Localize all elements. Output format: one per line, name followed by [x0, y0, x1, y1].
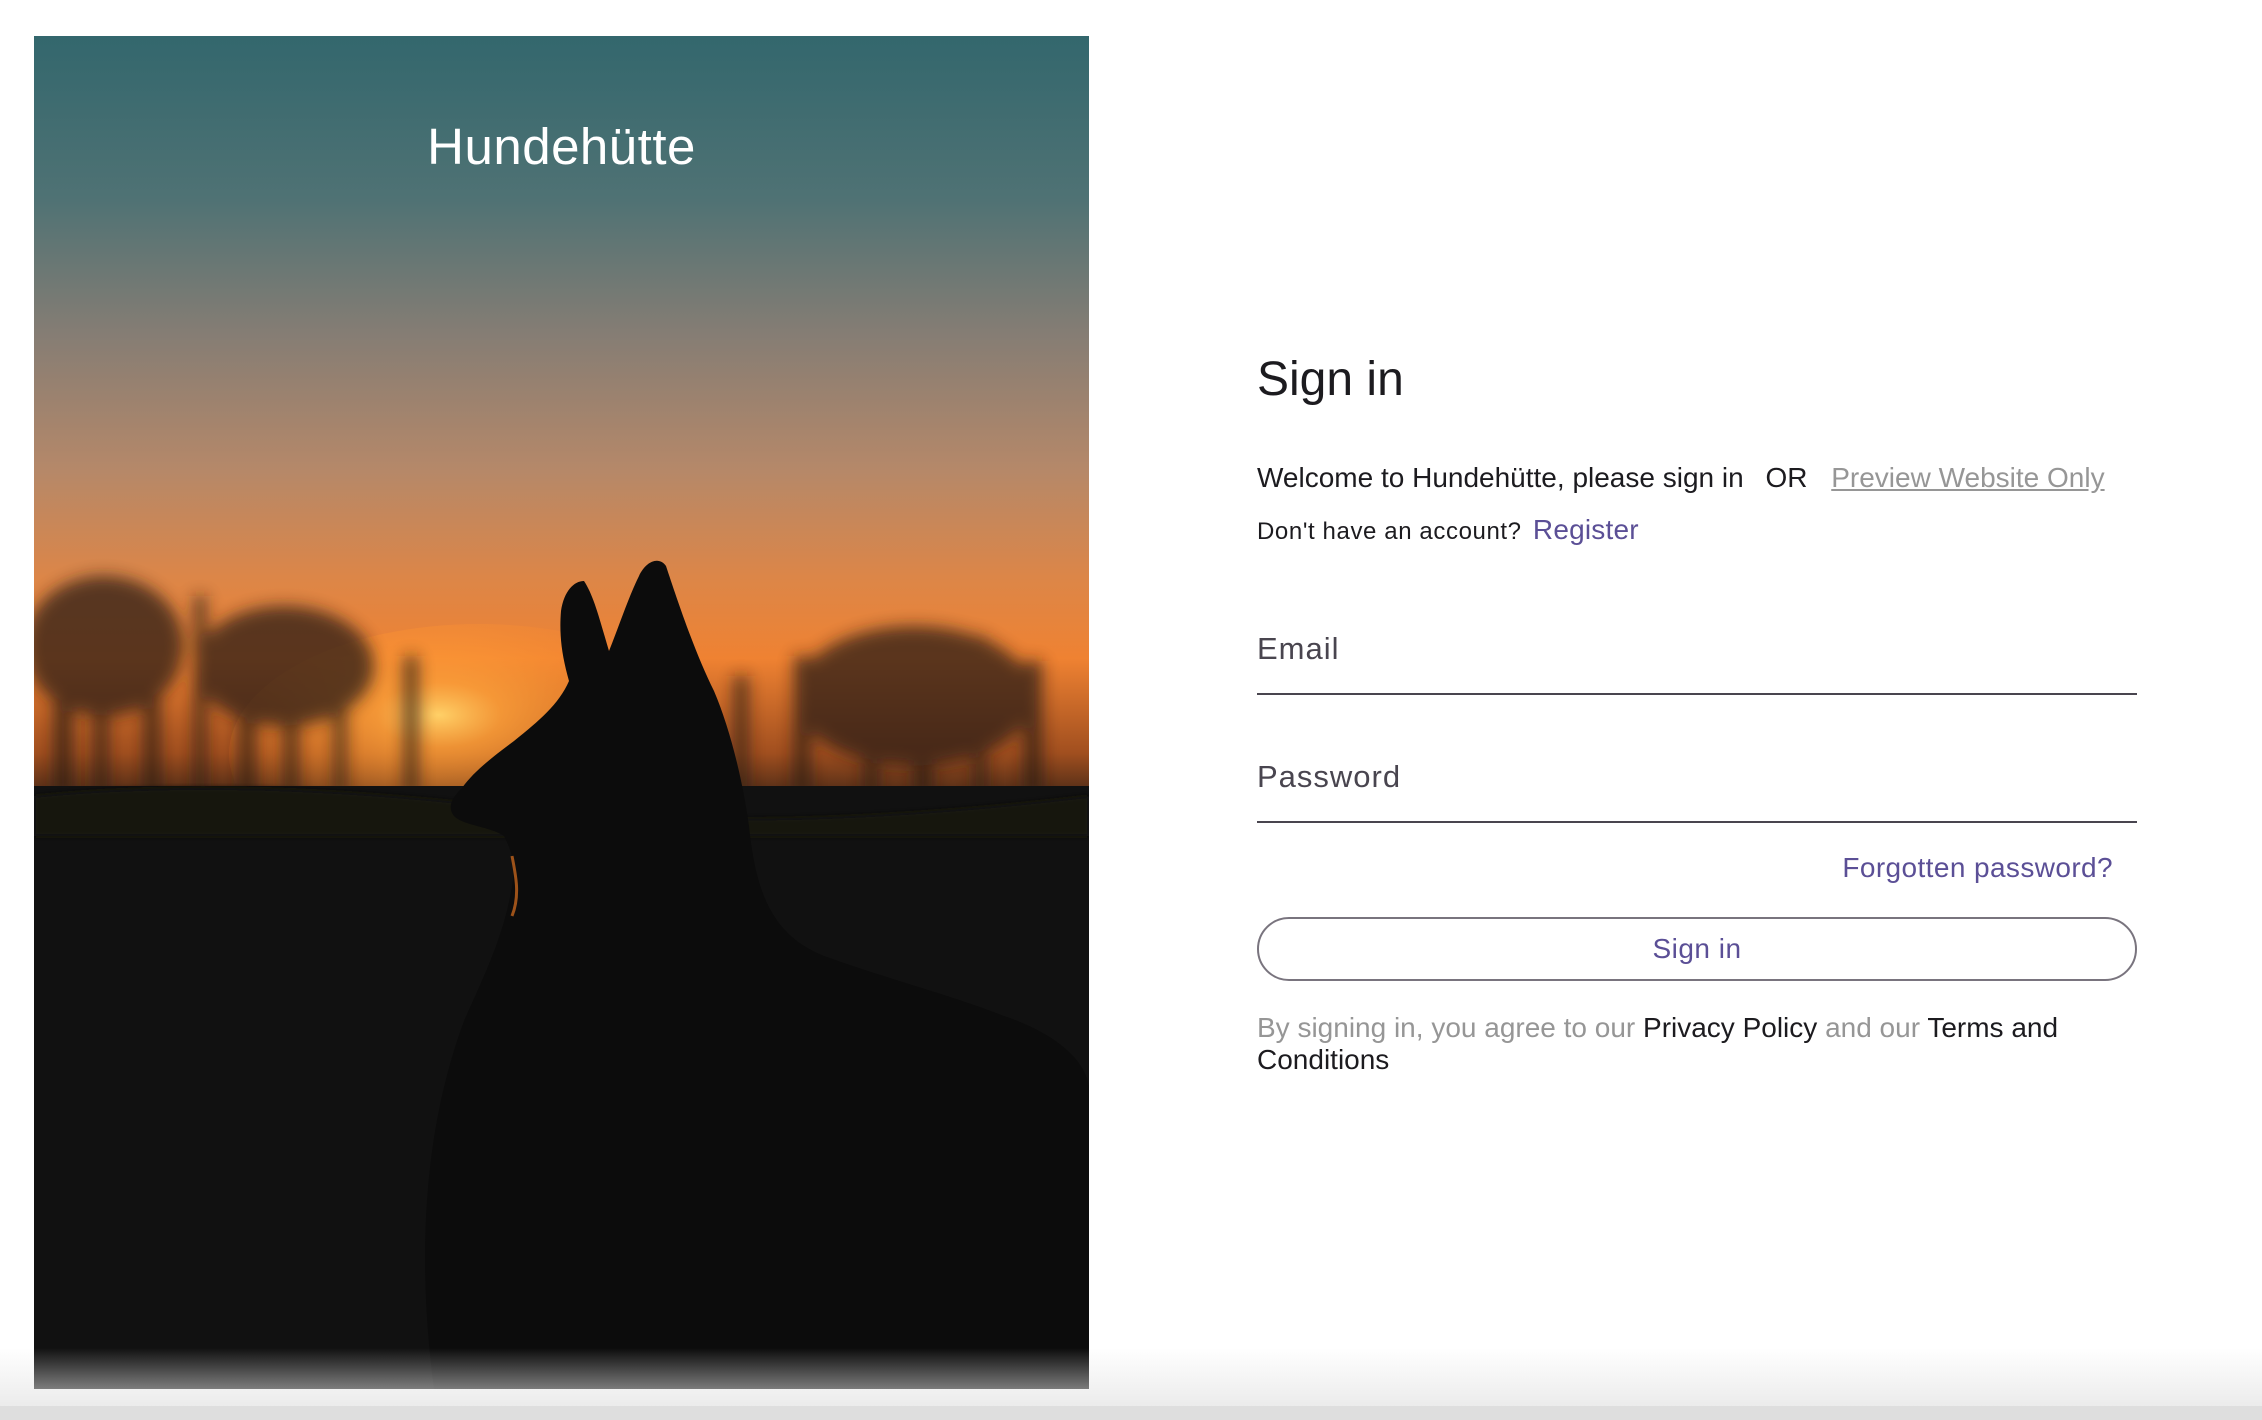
register-line: Don't have an account? Register	[1257, 514, 1639, 548]
welcome-text: Welcome to Hundehütte, please sign in	[1257, 462, 1744, 493]
email-input[interactable]	[1257, 603, 2137, 693]
password-field: Password	[1257, 731, 2137, 823]
hero-image: Hundehütte	[34, 36, 1089, 1389]
password-input[interactable]	[1257, 731, 2137, 821]
register-link[interactable]: Register	[1533, 514, 1639, 545]
email-field: Email	[1257, 603, 2137, 695]
welcome-line: Welcome to Hundehütte, please sign in OR…	[1257, 460, 2105, 496]
sign-in-button[interactable]: Sign in	[1257, 917, 2137, 981]
or-separator: OR	[1765, 462, 1808, 493]
brand-title: Hundehütte	[427, 118, 696, 175]
dog-silhouette-sunset-photo	[34, 36, 1089, 1389]
terms-prefix: By signing in, you agree to our	[1257, 1012, 1636, 1043]
no-account-text: Don't have an account?	[1257, 518, 1522, 545]
forgot-password-link[interactable]: Forgotten password?	[1842, 850, 2113, 886]
page-title: Sign in	[1257, 353, 1404, 406]
privacy-policy-link[interactable]: Privacy Policy	[1643, 1012, 1817, 1043]
signin-panel: Sign in Welcome to Hundehütte, please si…	[1257, 0, 2137, 1420]
preview-website-link[interactable]: Preview Website Only	[1831, 462, 2104, 493]
terms-middle: and our	[1825, 1012, 1921, 1043]
terms-notice: By signing in, you agree to our Privacy …	[1257, 1012, 2137, 1076]
